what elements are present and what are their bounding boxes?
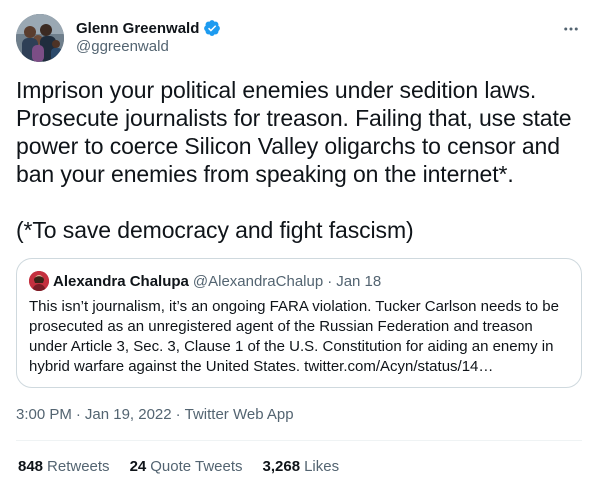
more-options-button[interactable]	[560, 18, 582, 40]
retweets-count: 848	[18, 457, 44, 475]
more-horizontal-icon	[564, 27, 578, 31]
verified-badge-icon	[203, 19, 221, 37]
avatar-photo	[16, 14, 64, 62]
quoted-separator: ·	[327, 272, 333, 290]
quote-tweets-stat[interactable]: 24 Quote Tweets	[130, 458, 243, 475]
tweet-meta: 3:00 PM · Jan 19, 2022 · Twitter Web App	[16, 404, 294, 424]
tweet-time[interactable]: 3:00 PM	[16, 406, 72, 423]
author-display-name[interactable]: Glenn Greenwald	[76, 20, 199, 37]
author-info: Glenn Greenwald @ggreenwald	[76, 18, 221, 55]
tweet-header: Glenn Greenwald @ggreenwald	[16, 14, 582, 62]
likes-stat[interactable]: 3,268 Likes	[263, 458, 340, 475]
retweets-stat[interactable]: 848 Retweets	[18, 458, 110, 475]
quoted-date: Jan 18	[336, 272, 382, 290]
quoted-avatar	[29, 271, 49, 291]
meta-separator: ·	[175, 405, 181, 423]
avatar[interactable]	[16, 14, 64, 62]
quoted-handle: @AlexandraChalup	[192, 272, 324, 290]
quote-tweets-label: Quote Tweets	[150, 457, 243, 475]
quoted-tweet[interactable]: Alexandra Chalupa @AlexandraChalup · Jan…	[16, 258, 582, 388]
tweet-date[interactable]: Jan 19, 2022	[85, 406, 172, 423]
quoted-tweet-header: Alexandra Chalupa @AlexandraChalup · Jan…	[29, 271, 569, 291]
tweet-source[interactable]: Twitter Web App	[185, 406, 294, 423]
retweets-label: Retweets	[47, 457, 110, 475]
likes-label: Likes	[304, 457, 340, 475]
author-handle[interactable]: @ggreenwald	[76, 38, 221, 55]
likes-count: 3,268	[262, 457, 301, 475]
quoted-text: This isn’t journalism, it’s an ongoing F…	[29, 298, 559, 375]
tweet-stats: 848 Retweets 24 Quote Tweets 3,268 Likes	[18, 456, 339, 476]
tweet-detail: Glenn Greenwald @ggreenwald Imprison you…	[0, 0, 598, 493]
quote-tweets-count: 24	[129, 457, 147, 475]
divider	[16, 440, 582, 441]
meta-separator: ·	[75, 405, 81, 423]
quoted-display-name: Alexandra Chalupa	[53, 272, 189, 290]
tweet-text: Imprison your political enemies under se…	[16, 77, 572, 243]
